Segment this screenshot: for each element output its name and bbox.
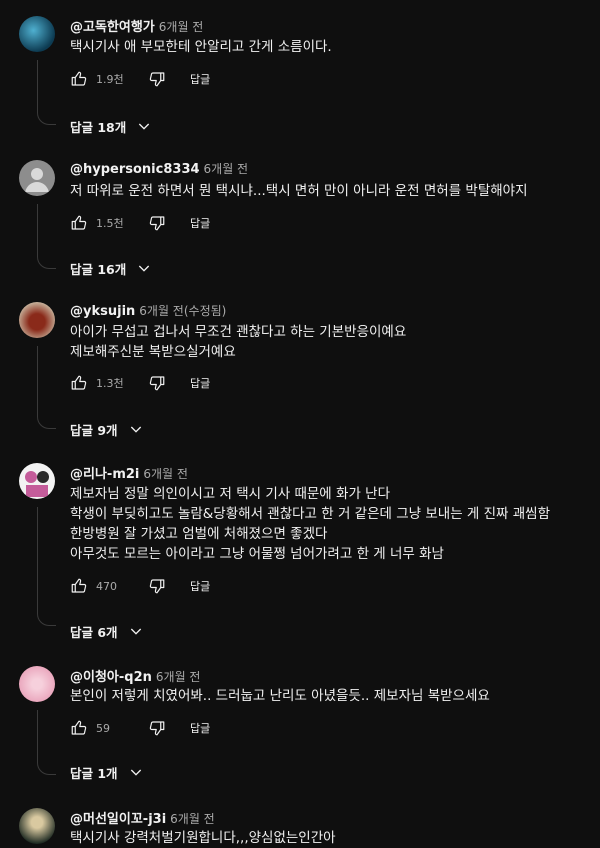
thumbs-down-icon[interactable]: [148, 374, 166, 392]
comment-text: 택시기사 강력처벌기원합니다,,,양심없는인간아: [70, 828, 336, 848]
avatar[interactable]: [19, 160, 55, 196]
thumbs-up-icon[interactable]: [70, 214, 88, 232]
thread-curve: [37, 613, 56, 626]
replies-count: 답글 9개: [70, 422, 118, 438]
thread-curve: [37, 416, 56, 429]
replies-count: 답글 18개: [70, 119, 127, 135]
reply-button[interactable]: 답글: [190, 375, 210, 391]
comment-line: 학생이 부딪히고도 놀람&당황해서 괜찮다고 한 거 같은데 그냥 보내는 게 …: [70, 506, 551, 522]
thread-line: [37, 346, 38, 416]
avatar[interactable]: [19, 666, 55, 702]
avatar[interactable]: [19, 463, 55, 499]
reply-button[interactable]: 답글: [190, 720, 210, 736]
like-count: 1.3천: [96, 377, 124, 390]
author-name[interactable]: @이청아-q2n: [70, 670, 152, 685]
comment-line: 본인이 저렇게 치였어봐.. 드러눕고 난리도 아녔을듯.. 제보자님 복받으세…: [70, 688, 490, 704]
thumbs-down-icon[interactable]: [148, 719, 166, 737]
comment-time[interactable]: 6개월 전: [204, 162, 249, 176]
author-name[interactable]: @리나-m2i: [70, 467, 139, 482]
thread-line: [37, 507, 38, 613]
thread-curve: [37, 256, 56, 269]
thumbs-up-icon[interactable]: [70, 374, 88, 392]
comment-line: 택시기사 강력처벌기원합니다,,,양심없는인간아: [70, 830, 336, 846]
comment-actions: 470 답글: [70, 576, 210, 596]
comment-text: 제보자님 정말 의인이시고 저 택시 기사 때문에 화가 난다 학생이 부딪히고…: [70, 484, 550, 564]
reply-button[interactable]: 답글: [190, 578, 210, 594]
comment-line: 제보해주신분 복받으실거예요: [70, 344, 236, 360]
replies-count: 답글 16개: [70, 261, 127, 277]
chevron-down-icon: [130, 426, 141, 433]
comment-actions: 1.3천 답글: [70, 373, 210, 393]
comment-line: 아이가 무섭고 겁나서 무조건 괜찮다고 하는 기본반응이예요: [70, 324, 407, 340]
avatar[interactable]: [19, 16, 55, 52]
view-replies-button[interactable]: 답글 6개: [70, 621, 144, 641]
thread-line: [37, 60, 38, 112]
avatar[interactable]: [19, 808, 55, 844]
comment-time[interactable]: 6개월 전: [159, 20, 204, 34]
comment-time[interactable]: 6개월 전: [156, 670, 201, 684]
comment-actions: 59 답글: [70, 718, 210, 738]
reply-button[interactable]: 답글: [190, 215, 210, 231]
comment-line: 아무것도 모르는 아이라고 그냥 어물쩡 넘어가려고 한 게 너무 화남: [70, 546, 444, 562]
thread-curve: [37, 112, 56, 125]
comment-actions: 1.5천 답글: [70, 213, 210, 233]
view-replies-button[interactable]: 답글 1개: [70, 762, 144, 782]
comment-time[interactable]: 6개월 전(수정됨): [139, 304, 226, 318]
comment-time[interactable]: 6개월 전: [170, 812, 215, 826]
view-replies-button[interactable]: 답글 9개: [70, 419, 144, 439]
comment-line: 택시기사 애 부모한테 안알리고 간게 소름이다.: [70, 39, 332, 55]
chevron-down-icon: [130, 628, 141, 635]
default-user-icon: [25, 168, 49, 192]
thumbs-up-icon[interactable]: [70, 719, 88, 737]
thumbs-down-icon[interactable]: [148, 214, 166, 232]
comment-text: 택시기사 애 부모한테 안알리고 간게 소름이다.: [70, 37, 332, 57]
thumbs-down-icon[interactable]: [148, 577, 166, 595]
author-name[interactable]: @yksujin: [70, 304, 135, 319]
avatar[interactable]: [19, 302, 55, 338]
comment-line: 한방병원 잘 가셨고 엄벌에 처해졌으면 좋겠다: [70, 526, 328, 542]
chevron-down-icon: [139, 265, 150, 272]
character-avatar-icon: [25, 471, 49, 497]
thumbs-down-icon[interactable]: [148, 70, 166, 88]
replies-count: 답글 6개: [70, 624, 118, 640]
thumbs-up-icon[interactable]: [70, 577, 88, 595]
comment-line: 제보자님 정말 의인이시고 저 택시 기사 때문에 화가 난다: [70, 486, 390, 502]
comment-line: 저 따위로 운전 하면서 뭔 택시냐...택시 면허 만이 아니라 운전 면허를…: [70, 183, 528, 199]
reply-button[interactable]: 답글: [190, 71, 210, 87]
like-count: 1.9천: [96, 73, 124, 86]
replies-count: 답글 1개: [70, 765, 118, 781]
chevron-down-icon: [139, 123, 150, 130]
view-replies-button[interactable]: 답글 16개: [70, 258, 152, 278]
thread-line: [37, 710, 38, 762]
like-count: 470: [96, 579, 117, 593]
chevron-down-icon: [130, 769, 141, 776]
view-replies-button[interactable]: 답글 18개: [70, 116, 152, 136]
comment-text: 저 따위로 운전 하면서 뭔 택시냐...택시 면허 만이 아니라 운전 면허를…: [70, 181, 528, 201]
thread-curve: [37, 762, 56, 775]
author-name[interactable]: @머선일이꼬-j3i: [70, 812, 166, 827]
like-count: 59: [96, 721, 110, 735]
comment-actions: 1.9천 답글: [70, 69, 210, 89]
like-count: 1.5천: [96, 217, 124, 230]
comment-text: 아이가 무섭고 겁나서 무조건 괜찮다고 하는 기본반응이예요 제보해주신분 복…: [70, 322, 406, 362]
comment-time[interactable]: 6개월 전: [143, 467, 188, 481]
thread-line: [37, 204, 38, 256]
thumbs-up-icon[interactable]: [70, 70, 88, 88]
author-name[interactable]: @고독한여행가: [70, 20, 155, 35]
author-name[interactable]: @hypersonic8334: [70, 162, 200, 177]
comment-text: 본인이 저렇게 치였어봐.. 드러눕고 난리도 아녔을듯.. 제보자님 복받으세…: [70, 686, 490, 706]
